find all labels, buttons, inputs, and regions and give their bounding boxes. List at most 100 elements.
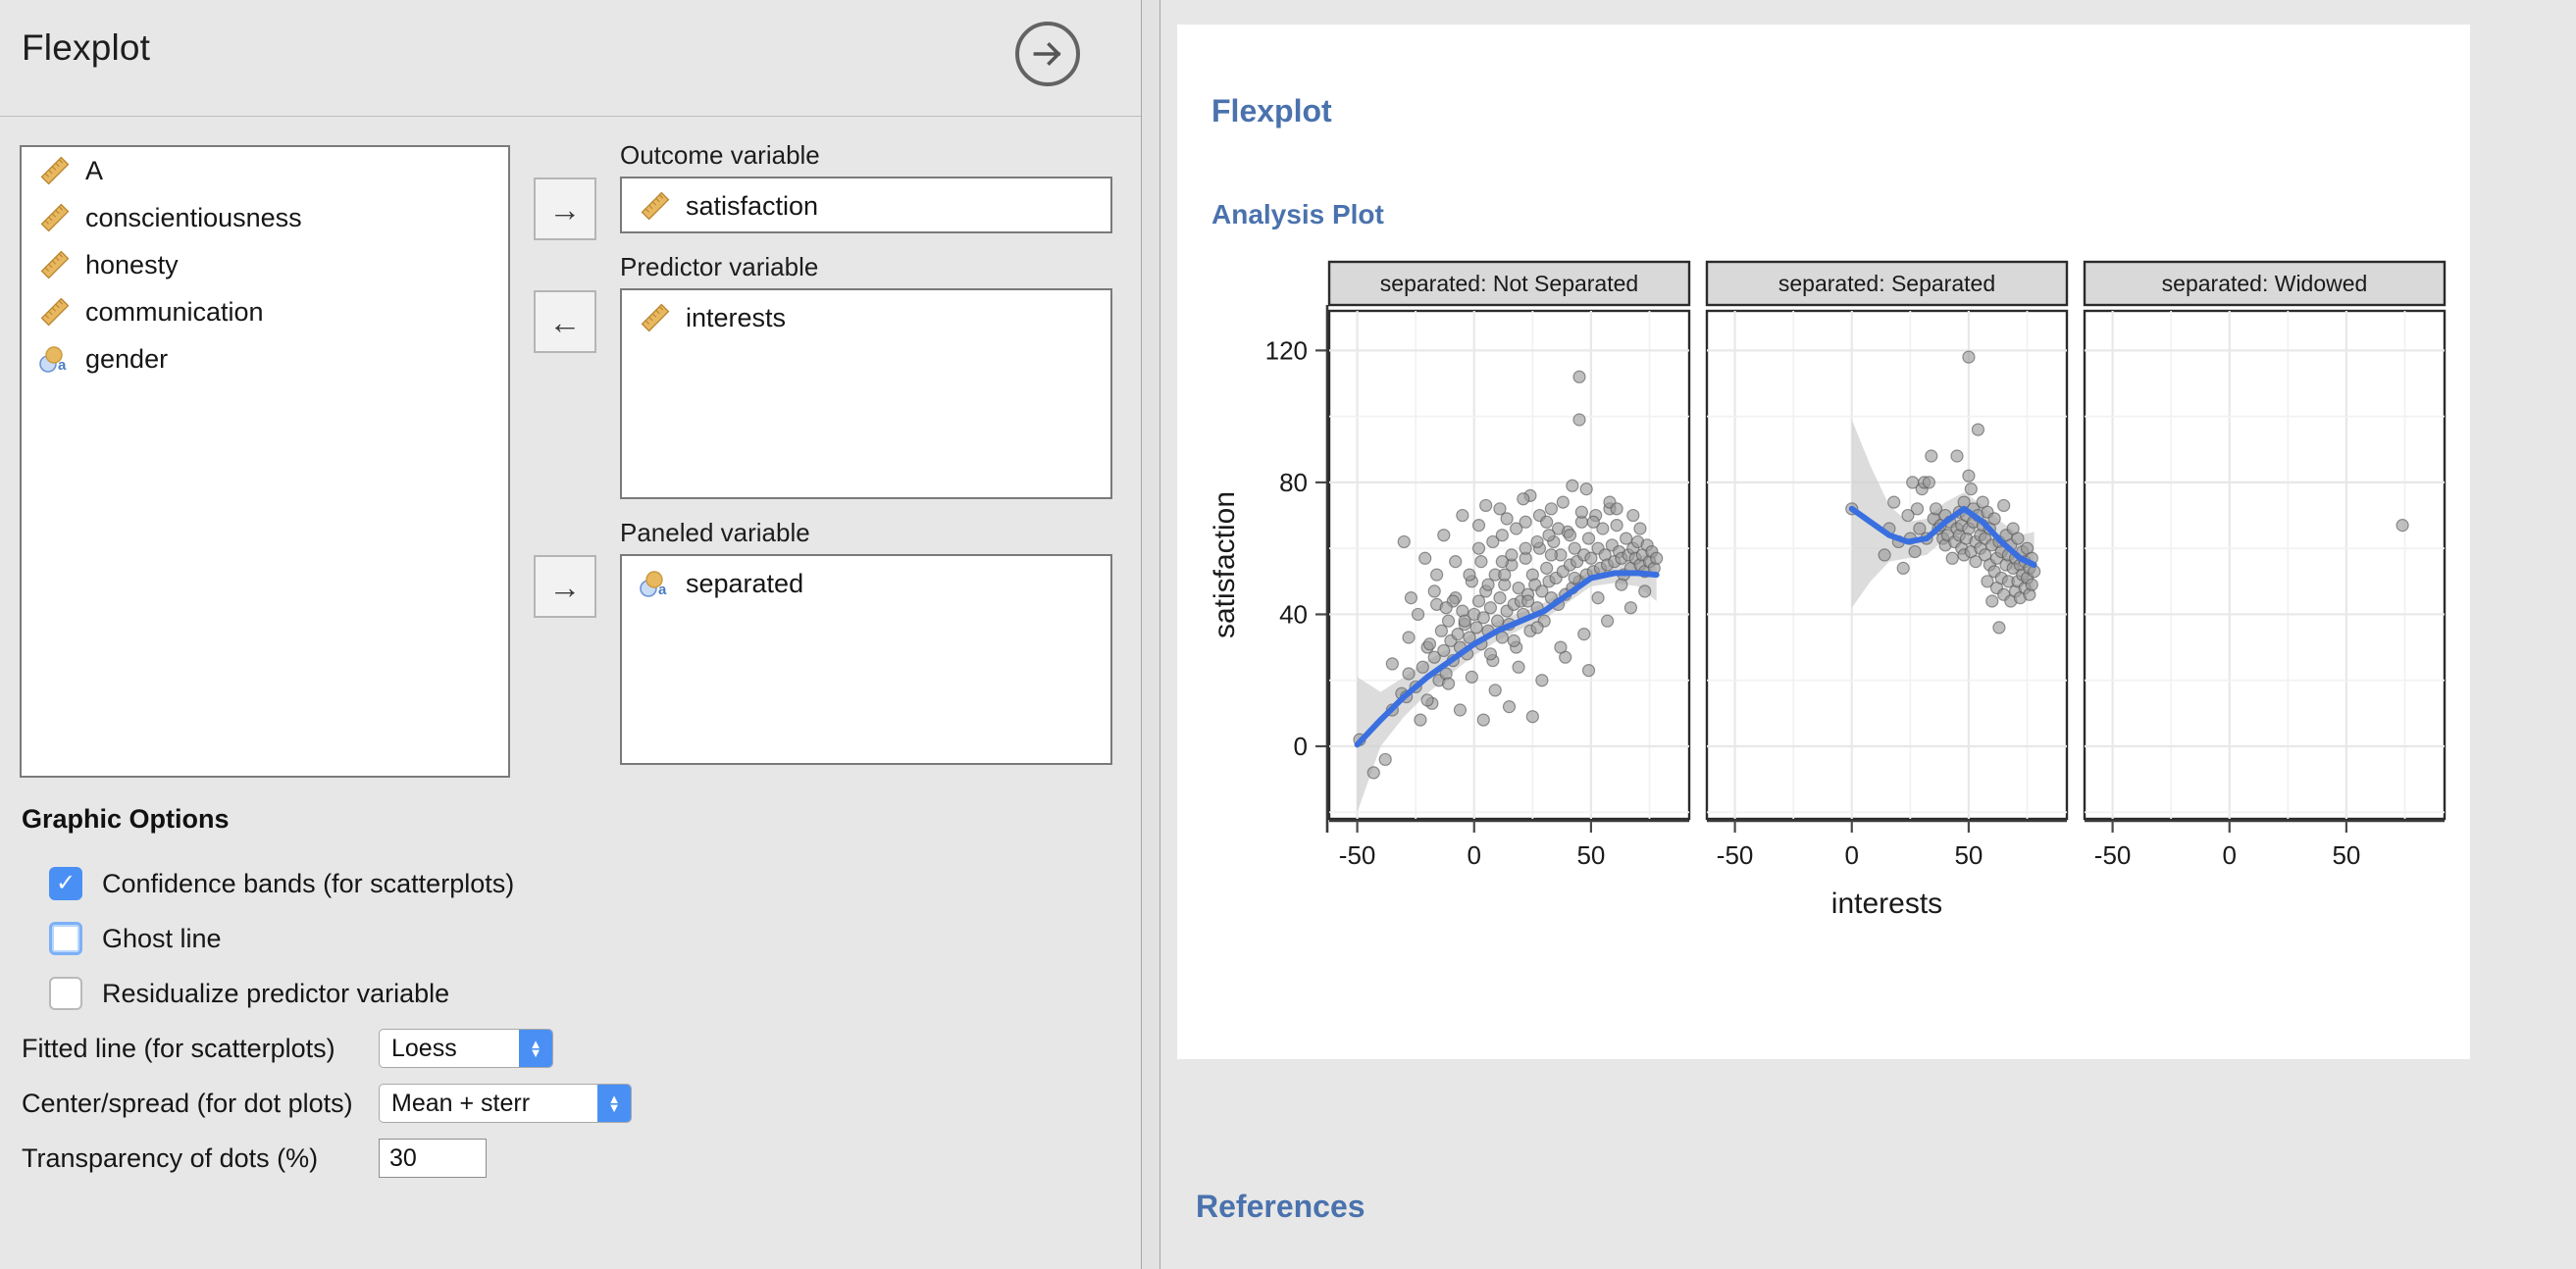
svg-text:a: a [58, 357, 67, 374]
predictor-variable-group: Predictor variable interests [620, 252, 1112, 499]
variable-list-item[interactable]: conscientiousness [22, 194, 508, 241]
data-point [1896, 561, 1910, 575]
analysis-plot: 0 40 80 120 satisfaction separated: Not Separ… [1177, 250, 2470, 1035]
graphic-option-select-row: Fitted line (for scatterplots) Loess ▲ ▼ [22, 1021, 1110, 1076]
variable-list-item-label: A [85, 155, 104, 185]
data-point [1987, 512, 2001, 526]
outcome-variable-label: Outcome variable [620, 140, 820, 170]
select-value-0: Loess [391, 1034, 457, 1062]
data-point [1626, 508, 1640, 523]
data-point [1568, 571, 1581, 585]
data-point [1416, 660, 1429, 674]
checkbox-1[interactable] [49, 922, 82, 955]
graphic-option-checkbox-row[interactable]: Ghost line [49, 911, 1110, 966]
continuous-variable-icon [639, 189, 672, 223]
paneled-variable-item-label: separated [686, 568, 804, 598]
select-label-1: Center/spread (for dot plots) [22, 1088, 353, 1118]
data-point [1572, 370, 1586, 383]
data-point [1950, 449, 1964, 463]
facet-scatter-plot: 0 40 80 120 satisfaction separated: Not Separ… [1209, 260, 2447, 920]
variable-list-item[interactable]: a gender [22, 335, 508, 382]
variable-list-item-label: gender [85, 343, 169, 374]
results-pane: Flexplot Analysis Plot 0 40 80 120 satisfact… [1161, 0, 2576, 1269]
plot-panel: separated: Widowed -50 0 50 [2083, 260, 2447, 870]
data-point [1458, 614, 1471, 628]
data-point [1525, 710, 1539, 724]
select-label-0: Fitted line (for scatterplots) [22, 1033, 335, 1063]
variable-list-item[interactable]: A [22, 147, 508, 194]
data-point [1488, 684, 1502, 697]
data-point [1544, 502, 1558, 516]
data-point [1430, 568, 1444, 582]
data-point [2396, 519, 2409, 533]
outcome-variable-box[interactable]: satisfaction [620, 177, 1112, 233]
x-axis-tick-label: -50 [1339, 840, 1376, 870]
stepper-icon[interactable]: ▲ ▼ [597, 1085, 631, 1122]
predictor-variable-item[interactable]: interests [622, 294, 1110, 341]
data-point [1540, 561, 1554, 575]
data-point [1463, 568, 1476, 582]
run-analysis-button[interactable] [1015, 22, 1080, 86]
data-point [1997, 498, 2011, 513]
data-point [1441, 677, 1456, 690]
outcome-variable-group: Outcome variable satisfaction [620, 140, 1112, 233]
checkbox-label-0: Confidence bands (for scatterplots) [102, 868, 515, 898]
graphic-option-checkbox-row[interactable]: Residualize predictor variable [49, 966, 1110, 1021]
options-panel: Flexplot Aconscientiousness honesty commun… [0, 0, 1141, 1269]
data-point [1449, 555, 1463, 569]
page-title: Flexplot [22, 27, 151, 68]
data-point [1411, 607, 1425, 622]
paneled-variable-box[interactable]: a separated [620, 554, 1112, 765]
y-axis-tick-label: 0 [1294, 732, 1308, 761]
select-1[interactable]: Mean + sterr ▲ ▼ [379, 1084, 632, 1123]
data-point [1366, 766, 1380, 780]
data-point [1623, 601, 1638, 615]
checkbox-2[interactable] [49, 977, 82, 1010]
data-point [1483, 601, 1498, 615]
svg-text:a: a [658, 582, 667, 598]
data-point [1495, 555, 1509, 569]
data-point [1610, 502, 1623, 516]
data-point [1540, 515, 1554, 529]
assign-outcome-button[interactable]: → [534, 178, 596, 240]
data-point [1439, 601, 1453, 615]
plot-panel: separated: Separated -50 0 50 [1705, 260, 2069, 870]
x-axis-tick-label: 0 [2223, 840, 2237, 870]
y-axis-tick-label: 120 [1265, 335, 1308, 365]
select-0[interactable]: Loess ▲ ▼ [379, 1029, 553, 1068]
data-point [1615, 578, 1628, 591]
available-variables-list[interactable]: Aconscientiousness honesty communication a g… [20, 145, 510, 778]
data-point [1566, 479, 1579, 492]
data-point [1600, 614, 1615, 628]
data-point [1502, 700, 1517, 714]
data-point [1556, 495, 1570, 509]
arrow-right-icon: → [548, 568, 582, 605]
outcome-variable-item[interactable]: satisfaction [622, 182, 1110, 229]
variable-list-item[interactable]: communication [22, 288, 508, 335]
data-point [1945, 551, 1959, 565]
assign-predictor-button[interactable]: ← [534, 290, 596, 353]
facet-strip-label: separated: Widowed [2162, 271, 2368, 296]
x-axis-tick-label: 0 [1468, 840, 1481, 870]
facet-strip-label: separated: Separated [1778, 271, 1995, 296]
continuous-variable-icon [38, 201, 72, 234]
predictor-variable-box[interactable]: interests [620, 288, 1112, 499]
graphic-option-text-row: Transparency of dots (%) 30 [22, 1131, 1110, 1186]
transparency-label: Transparency of dots (%) [22, 1142, 319, 1173]
transparency-input[interactable]: 30 [379, 1139, 487, 1178]
analysis-plot-heading: Analysis Plot [1211, 199, 1384, 229]
data-point [1962, 350, 1976, 364]
data-point [1650, 551, 1664, 565]
data-point [1397, 534, 1411, 549]
assign-paneled-button[interactable]: → [534, 555, 596, 618]
data-point [1925, 449, 1938, 463]
y-axis-label: satisfaction [1209, 491, 1241, 638]
paneled-variable-item[interactable]: a separated [622, 560, 1110, 607]
checkbox-0[interactable]: ✓ [49, 867, 82, 900]
paneled-variable-label: Paneled variable [620, 518, 810, 547]
variable-list-item[interactable]: honesty [22, 241, 508, 288]
panel-splitter[interactable] [1141, 0, 1160, 1269]
data-point [1530, 621, 1544, 634]
stepper-icon[interactable]: ▲ ▼ [519, 1030, 552, 1067]
graphic-option-checkbox-row[interactable]: ✓ Confidence bands (for scatterplots) [49, 856, 1110, 911]
